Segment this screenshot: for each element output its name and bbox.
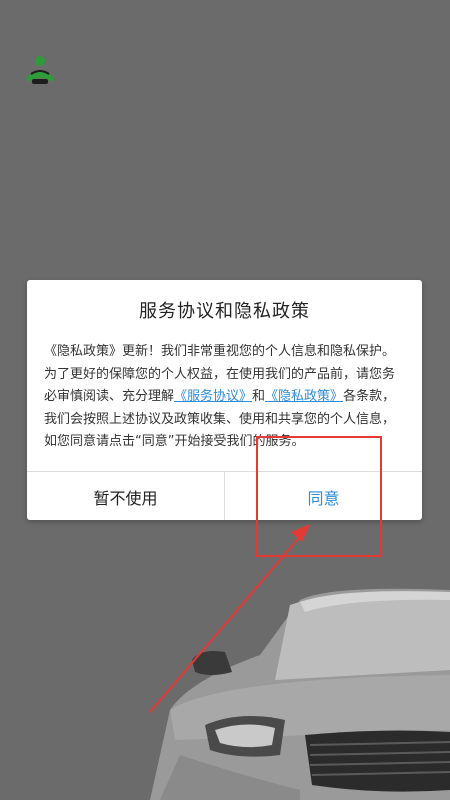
agree-button[interactable]: 同意 <box>225 472 422 520</box>
decline-button[interactable]: 暂不使用 <box>27 472 225 520</box>
dialog-title: 服务协议和隐私政策 <box>139 301 310 322</box>
arrow-head-icon <box>291 524 310 542</box>
privacy-policy-dialog: 服务协议和隐私政策 《隐私政策》更新！我们非常重视您的个人信息和隐私保护。为了更… <box>27 280 422 520</box>
service-agreement-link[interactable]: 《服务协议》 <box>174 389 252 404</box>
dialog-button-row: 暂不使用 同意 <box>27 471 422 520</box>
app-logo-icon <box>26 56 54 84</box>
screen: 服务协议和隐私政策 《隐私政策》更新！我们非常重视您的个人信息和隐私保护。为了更… <box>0 0 450 800</box>
privacy-policy-link[interactable]: 《隐私政策》 <box>265 389 343 404</box>
dialog-message: 《隐私政策》更新！我们非常重视您的个人信息和隐私保护。为了更好的保障您的个人权益… <box>44 341 406 454</box>
car-illustration <box>150 588 450 800</box>
message-and: 和 <box>252 389 266 404</box>
